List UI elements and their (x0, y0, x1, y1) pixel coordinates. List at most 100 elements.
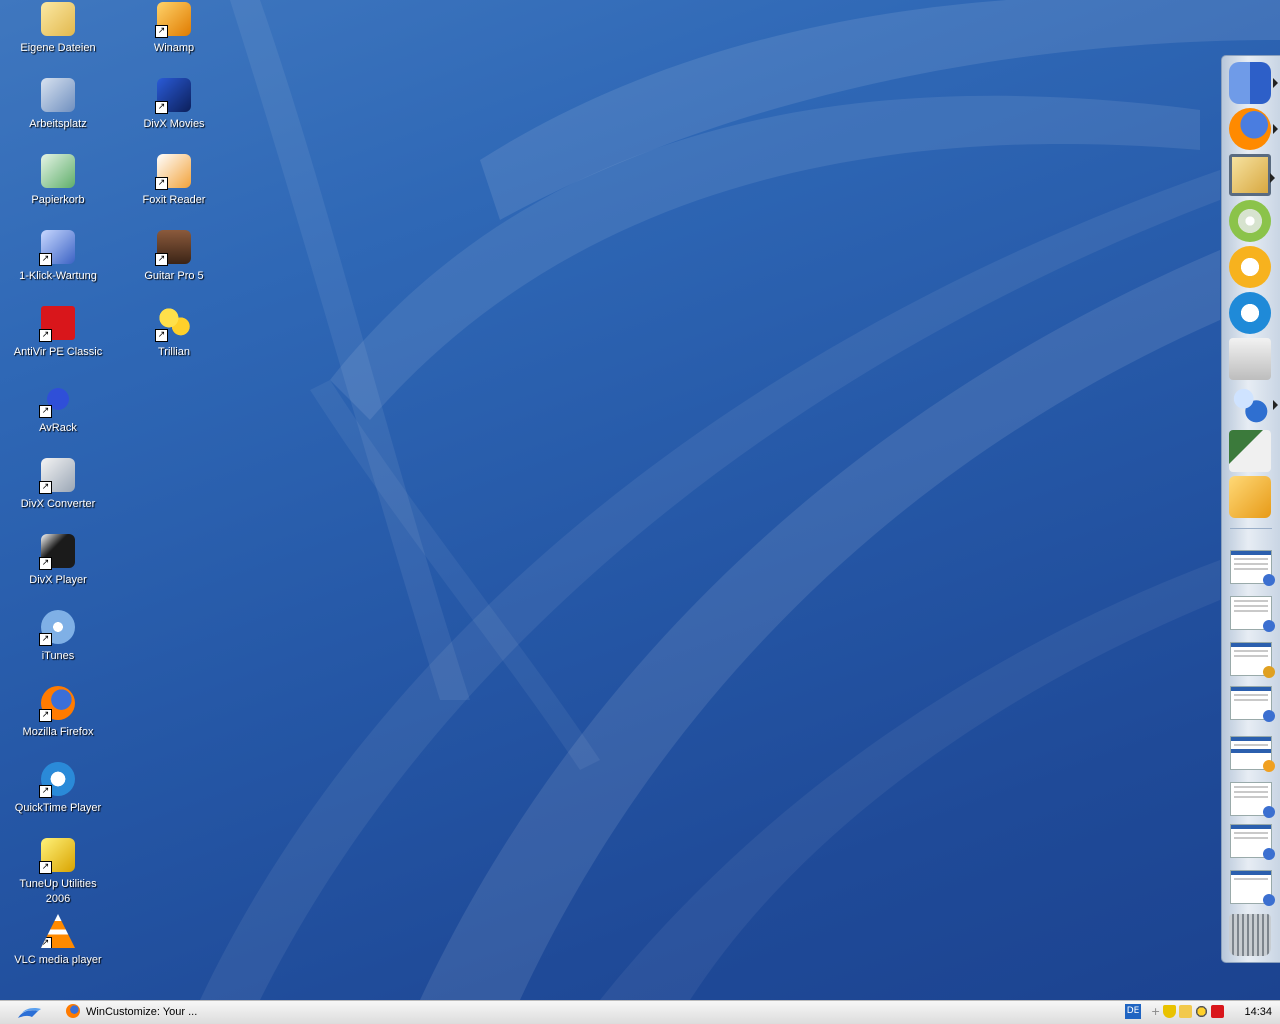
desktop-icon-winamp[interactable]: ↗ Winamp (116, 2, 232, 56)
shortcut-arrow-icon: ↗ (155, 101, 168, 114)
language-indicator[interactable]: DE (1125, 1004, 1141, 1019)
clock[interactable]: 14:34 (1244, 1001, 1272, 1024)
dock-network-icon[interactable] (1229, 384, 1278, 426)
security-shield-icon[interactable] (1163, 1005, 1176, 1018)
task-label: WinCustomize: Your ... (86, 1006, 198, 1018)
dock-finder-icon[interactable] (1229, 62, 1278, 104)
desktop-icon-antivir[interactable]: ↗ AntiVir PE Classic (0, 306, 116, 360)
desktop-icon-foxit-reader[interactable]: ↗ Foxit Reader (116, 154, 232, 208)
desktop: Eigene Dateien Arbeitsplatz Papierkorb ↗… (0, 0, 1280, 1000)
running-indicator-icon (1273, 124, 1278, 134)
dock-itunes-icon[interactable] (1229, 200, 1271, 242)
icon-label: iTunes (41, 650, 75, 662)
dock-window-thumbnail[interactable] (1230, 686, 1275, 722)
computer-icon (41, 78, 75, 112)
desktop-icon-arbeitsplatz[interactable]: Arbeitsplatz (0, 78, 116, 132)
finder-badge-icon (1263, 620, 1275, 632)
desktop-icon-divx-movies[interactable]: ↗ DivX Movies (116, 78, 232, 132)
dock-media-player-icon[interactable] (1229, 246, 1271, 288)
desktop-icon-eigene-dateien[interactable]: Eigene Dateien (0, 2, 116, 56)
dock (1221, 55, 1280, 963)
icon-label: Eigene Dateien (20, 42, 96, 54)
running-indicator-icon (1273, 78, 1278, 88)
dock-window-thumbnail[interactable] (1230, 596, 1275, 632)
guitar-pro-icon: ↗ (155, 230, 191, 266)
shortcut-arrow-icon: ↗ (39, 253, 52, 266)
dock-window-thumbnail[interactable] (1230, 870, 1275, 906)
icon-label: TuneUp Utilities 2006 (19, 878, 97, 905)
desktop-icon-tuneup[interactable]: ↗ TuneUp Utilities 2006 (0, 838, 116, 907)
wallpaper (200, 0, 1280, 1000)
shortcut-arrow-icon: ↗ (39, 709, 52, 722)
desktop-icon-avrack[interactable]: ↗ AvRack (0, 382, 116, 436)
trillian-smileys-icon: ↗ (155, 306, 191, 342)
icon-label: QuickTime Player (14, 802, 102, 814)
dock-window-thumbnail[interactable] (1230, 782, 1275, 818)
desktop-icon-divx-converter[interactable]: ↗ DivX Converter (0, 458, 116, 512)
dock-folder-icon[interactable] (1229, 476, 1271, 518)
shortcut-arrow-icon: ↗ (39, 557, 52, 570)
icon-label: AntiVir PE Classic (13, 346, 103, 358)
icon-label: Papierkorb (31, 194, 85, 206)
realtek-crab-icon: ↗ (39, 382, 75, 418)
dock-firefox-icon[interactable] (1229, 108, 1278, 150)
folder-icon (41, 2, 75, 36)
icon-label: Arbeitsplatz (29, 118, 87, 130)
firefox-icon (66, 1004, 80, 1018)
dock-clock-icon[interactable] (1229, 154, 1275, 196)
icon-label: Mozilla Firefox (22, 726, 94, 738)
desktop-icon-guitar-pro[interactable]: ↗ Guitar Pro 5 (116, 230, 232, 284)
start-button[interactable] (8, 1003, 48, 1023)
shortcut-arrow-icon: ↗ (155, 177, 168, 190)
desktop-icon-trillian[interactable]: ↗ Trillian (116, 306, 232, 360)
winamp-bolt-icon: ↗ (155, 2, 191, 38)
vlc-cone-icon: ↗ (41, 914, 75, 948)
running-indicator-icon (1270, 173, 1275, 183)
itunes-icon: ↗ (39, 610, 75, 646)
shortcut-arrow-icon: ↗ (39, 633, 52, 646)
clock-badge-icon (1263, 666, 1275, 678)
icon-label: Winamp (153, 42, 195, 54)
divx-player-icon: ↗ (39, 534, 75, 570)
taskbar-task-firefox[interactable]: WinCustomize: Your ... (62, 1002, 230, 1022)
divx-converter-icon: ↗ (39, 458, 75, 494)
icon-label: DivX Player (29, 574, 87, 586)
shortcut-arrow-icon: ↗ (39, 861, 52, 874)
dock-quill-icon[interactable] (1229, 430, 1271, 472)
running-indicator-icon (1273, 400, 1278, 410)
winamp-badge-icon (1263, 760, 1275, 772)
desktop-icon-papierkorb[interactable]: Papierkorb (0, 154, 116, 208)
icon-label: AvRack (39, 422, 77, 434)
shortcut-arrow-icon: ↗ (155, 253, 168, 266)
dock-separator (1230, 528, 1272, 529)
desktop-icon-vlc[interactable]: ↗ VLC media player (0, 914, 116, 968)
desktop-icon-firefox[interactable]: ↗ Mozilla Firefox (0, 686, 116, 740)
dock-window-thumbnail[interactable] (1230, 642, 1275, 678)
dock-window-thumbnail[interactable] (1230, 824, 1275, 860)
desktop-icon-1-klick-wartung[interactable]: ↗ 1-Klick-Wartung (0, 230, 116, 284)
network-badge-icon (1263, 848, 1275, 860)
desktop-icon-itunes[interactable]: ↗ iTunes (0, 610, 116, 664)
icon-label: Trillian (158, 346, 190, 358)
shortcut-arrow-icon: ↗ (39, 329, 52, 342)
network-badge-icon (1263, 894, 1275, 906)
divx-movies-icon: ↗ (155, 78, 191, 114)
finder-badge-icon (1263, 574, 1275, 586)
dock-window-thumbnail[interactable] (1230, 550, 1275, 586)
trillian-tray-icon[interactable] (1195, 1005, 1208, 1018)
dock-apple-icon[interactable] (1229, 338, 1271, 380)
desktop-icon-divx-player[interactable]: ↗ DivX Player (0, 534, 116, 588)
icon-label: 1-Klick-Wartung (19, 270, 97, 282)
firefox-icon: ↗ (39, 686, 75, 722)
icon-label: Foxit Reader (142, 194, 206, 206)
tray-notes-icon[interactable] (1179, 1005, 1192, 1018)
dock-window-thumbnail[interactable] (1230, 736, 1275, 772)
dock-quicktime-icon[interactable] (1229, 292, 1271, 334)
tuneup-tools-icon: ↗ (39, 838, 75, 874)
antivir-tray-icon[interactable] (1211, 1005, 1224, 1018)
shortcut-arrow-icon: ↗ (39, 405, 52, 418)
desktop-icon-quicktime[interactable]: ↗ QuickTime Player (0, 762, 116, 816)
icon-label: DivX Converter (20, 498, 96, 510)
shortcut-arrow-icon: ↗ (39, 481, 52, 494)
dock-trash-icon[interactable] (1229, 914, 1271, 956)
